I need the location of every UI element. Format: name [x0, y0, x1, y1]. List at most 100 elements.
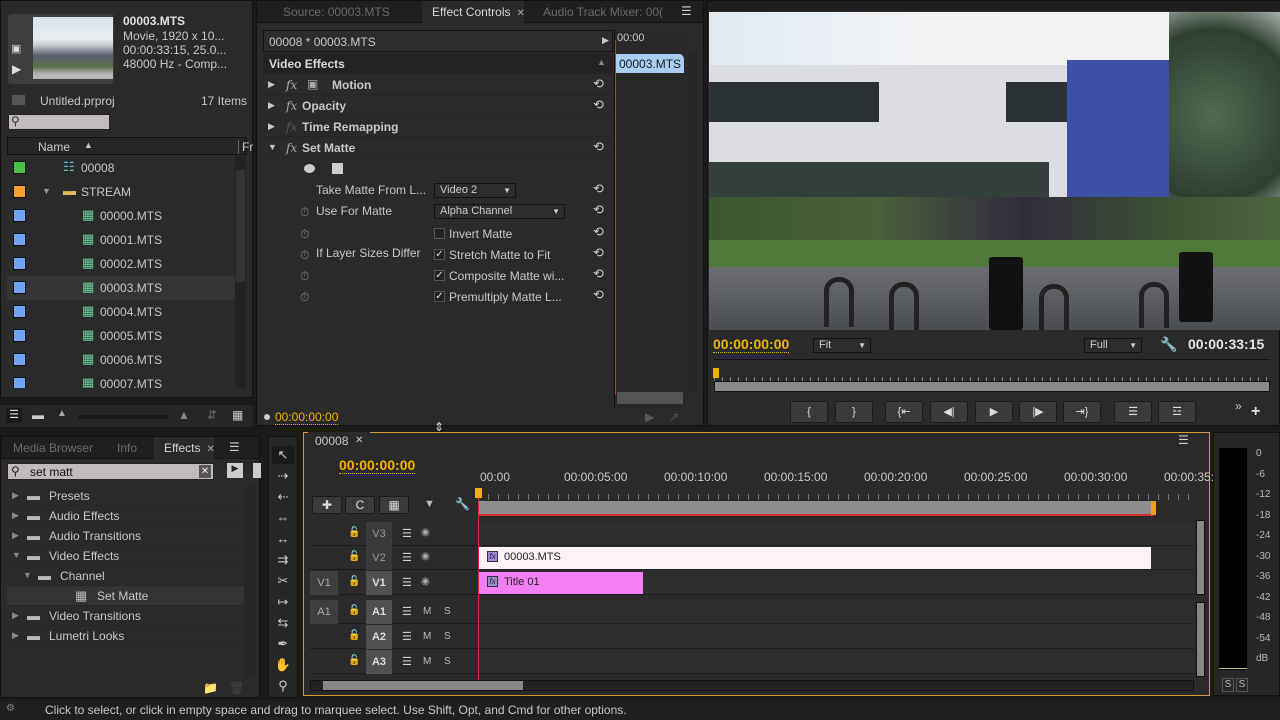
- mark-in-button[interactable]: {: [790, 401, 828, 423]
- reset-icon[interactable]: ⟲: [593, 202, 604, 218]
- effect-row-motion[interactable]: ▶ fx ▣ Motion ⟲: [263, 75, 613, 95]
- accelerated-effects-icon[interactable]: ▶: [227, 463, 243, 478]
- timeline-menu-icon[interactable]: ☰: [1178, 433, 1189, 447]
- step-back-button[interactable]: ◀|: [930, 401, 968, 423]
- close-icon[interactable]: ✕: [355, 435, 363, 446]
- effects-tree-item[interactable]: ▦ Set Matte: [7, 586, 244, 606]
- source-patch[interactable]: A1: [310, 600, 338, 624]
- project-item[interactable]: ▦ 00007.MTS: [7, 372, 235, 388]
- reset-icon[interactable]: ⟲: [593, 139, 604, 155]
- 32bit-effects-icon[interactable]: [253, 463, 261, 478]
- play-thumbnail-icon[interactable]: ▶: [12, 62, 21, 76]
- track-select-backward-icon[interactable]: ⇠: [272, 488, 294, 506]
- program-ruler[interactable]: [714, 359, 1270, 381]
- track-name[interactable]: A2: [366, 625, 392, 649]
- video-tracks-vscrollbar[interactable]: [1196, 520, 1205, 595]
- lock-icon[interactable]: 🔓: [348, 630, 360, 641]
- track-lane[interactable]: [478, 600, 1194, 624]
- fx-icon[interactable]: fx: [286, 99, 297, 113]
- reset-icon[interactable]: ⟲: [593, 245, 604, 261]
- marker-icon[interactable]: ▼: [424, 498, 435, 510]
- solo-button[interactable]: S: [444, 656, 451, 667]
- go-to-out-button[interactable]: ⇥}: [1063, 401, 1101, 423]
- effect-row-time-remapping[interactable]: ▶ fx Time Remapping: [263, 117, 613, 137]
- solo-right-button[interactable]: S: [1236, 678, 1248, 692]
- motion-transform-icon[interactable]: ▣: [307, 77, 318, 91]
- pen-icon[interactable]: ✒: [272, 635, 294, 653]
- project-item[interactable]: ☷ 00008: [7, 156, 235, 180]
- project-item[interactable]: ▦ 00000.MTS: [7, 204, 235, 228]
- work-area-bar[interactable]: [478, 501, 1154, 515]
- project-item[interactable]: ▦ 00001.MTS: [7, 228, 235, 252]
- stopwatch-icon[interactable]: ⏱: [300, 227, 309, 242]
- project-item[interactable]: ▦ 00003.MTS: [7, 276, 235, 300]
- use-for-matte-dropdown[interactable]: Alpha Channel ▼: [434, 204, 565, 219]
- playhead-marker[interactable]: [713, 368, 719, 378]
- effects-vscrollbar[interactable]: [245, 486, 255, 678]
- show-timeline-icon[interactable]: ▶: [602, 35, 609, 46]
- source-patch[interactable]: [310, 522, 338, 546]
- zoom-level-dropdown[interactable]: Fit ▼: [813, 338, 871, 353]
- track-lane[interactable]: [478, 650, 1194, 674]
- snap-insert-button[interactable]: ✚: [312, 496, 342, 514]
- reset-icon[interactable]: ⟲: [593, 97, 604, 113]
- timeline-clip[interactable]: fx 00003.MTS: [479, 547, 1151, 569]
- mini-clip-bar[interactable]: 00003.MTS: [615, 54, 684, 73]
- reset-icon[interactable]: ⟲: [593, 287, 604, 303]
- expand-icon[interactable]: ▶: [12, 510, 19, 521]
- sort-icon[interactable]: ⇵: [207, 408, 217, 422]
- new-custom-bin-icon[interactable]: 📁: [203, 681, 218, 695]
- mute-button[interactable]: M: [423, 606, 431, 617]
- poster-frame-icon[interactable]: ▣: [11, 42, 21, 55]
- effects-tree-item[interactable]: ▶ ▬ Presets: [7, 486, 244, 506]
- label-color-swatch[interactable]: [13, 353, 26, 366]
- sync-lock-icon[interactable]: ☰: [402, 527, 412, 540]
- stopwatch-icon[interactable]: ⏱: [300, 248, 309, 263]
- project-item[interactable]: ▦ 00004.MTS: [7, 300, 235, 324]
- effects-tree-item[interactable]: ▶ ▬ Video Transitions: [7, 606, 244, 626]
- solo-button[interactable]: S: [444, 606, 451, 617]
- label-color-swatch[interactable]: [13, 257, 26, 270]
- program-timecode[interactable]: 00:00:00:00: [713, 336, 790, 353]
- source-patch[interactable]: [310, 625, 338, 649]
- program-video-frame[interactable]: [709, 12, 1280, 330]
- eye-icon[interactable]: ◉: [421, 576, 430, 587]
- track-name[interactable]: V3: [366, 522, 392, 546]
- mute-button[interactable]: M: [423, 631, 431, 642]
- collapse-icon[interactable]: ▼: [12, 550, 21, 560]
- expand-icon[interactable]: ▶: [12, 610, 19, 621]
- stopwatch-icon[interactable]: ⏱: [300, 205, 309, 220]
- project-item[interactable]: ▦ 00002.MTS: [7, 252, 235, 276]
- razor-icon[interactable]: ✂: [272, 572, 294, 590]
- track-select-forward-icon[interactable]: ⇢: [272, 467, 294, 485]
- reset-icon[interactable]: ⟲: [593, 224, 604, 240]
- program-zoom-scrollbar[interactable]: [714, 381, 1270, 392]
- effect-row-opacity[interactable]: ▶ fx Opacity ⟲: [263, 96, 613, 116]
- reset-icon[interactable]: ⟲: [593, 181, 604, 197]
- work-area-end-handle[interactable]: [1151, 501, 1156, 515]
- rectangle-mask-icon[interactable]: [332, 163, 343, 174]
- rate-stretch-icon[interactable]: ⇉: [272, 551, 294, 569]
- expand-icon[interactable]: ▶: [12, 630, 19, 641]
- collapse-icon[interactable]: ▼: [23, 570, 32, 580]
- label-color-swatch[interactable]: [13, 305, 26, 318]
- effects-tree-item[interactable]: ▶ ▬ Audio Transitions: [7, 526, 244, 546]
- zoom-in-icon[interactable]: ▲: [178, 408, 190, 422]
- collapse-icon[interactable]: ▲: [597, 57, 606, 67]
- mini-playhead[interactable]: [615, 40, 616, 395]
- source-patch[interactable]: V1: [310, 571, 338, 595]
- play-audio-icon[interactable]: ▶: [645, 410, 654, 424]
- project-item[interactable]: ▦ 00006.MTS: [7, 348, 235, 372]
- lift-button[interactable]: ☰: [1114, 401, 1152, 423]
- lock-icon[interactable]: 🔓: [348, 527, 360, 538]
- mute-button[interactable]: M: [423, 656, 431, 667]
- export-icon[interactable]: ↗: [669, 410, 679, 424]
- label-color-swatch[interactable]: [13, 185, 26, 198]
- playback-resolution-dropdown[interactable]: Full ▼: [1084, 338, 1142, 353]
- expand-icon[interactable]: ▶: [12, 490, 19, 501]
- effects-tree-item[interactable]: ▼ ▬ Channel: [7, 566, 244, 586]
- expand-icon[interactable]: ▶: [268, 79, 275, 90]
- list-view-icon[interactable]: ☰: [6, 408, 22, 423]
- zoom-slider[interactable]: [78, 415, 168, 419]
- solo-button[interactable]: S: [444, 631, 451, 642]
